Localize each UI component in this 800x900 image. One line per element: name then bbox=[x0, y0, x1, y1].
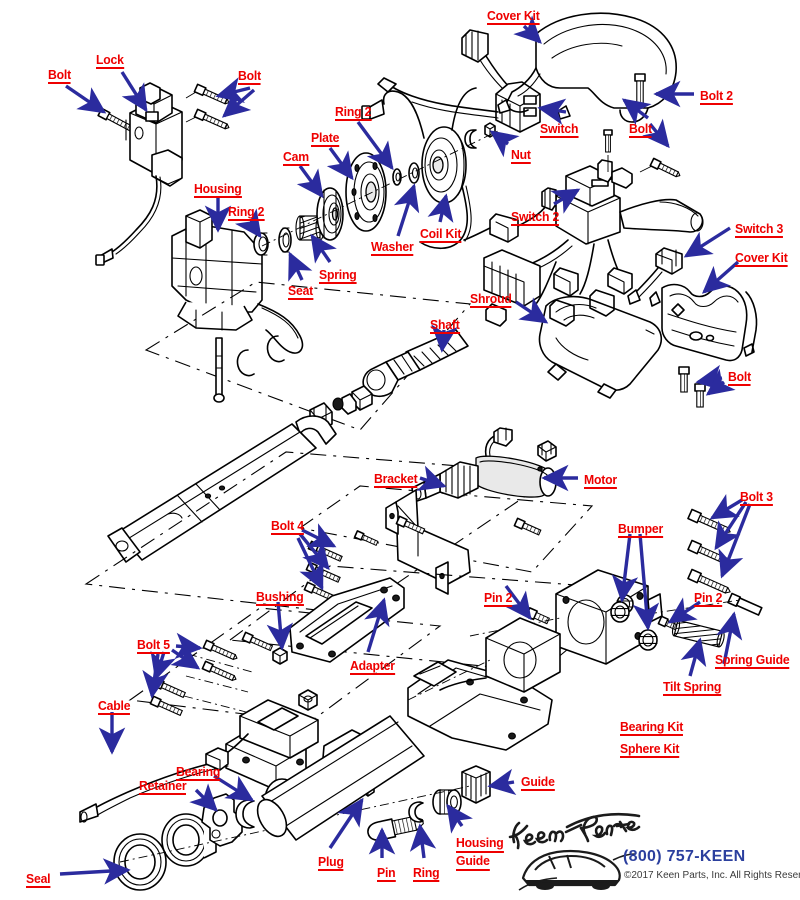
callout-label-shaft: Shaft bbox=[430, 317, 460, 334]
callout-label-bushing: Bushing bbox=[256, 589, 304, 606]
callout-label-spring-guide: Spring Guide bbox=[715, 652, 790, 669]
callout-label-adapter: Adapter bbox=[350, 658, 395, 675]
callout-label-bearing: Bearing bbox=[176, 764, 221, 781]
callout-label-cover-kit-top: Cover Kit bbox=[487, 8, 540, 25]
callout-label-cam: Cam bbox=[283, 149, 309, 166]
callout-label-sphere-kit: Sphere Kit bbox=[620, 741, 680, 758]
phone-number: (800) 757-KEEN bbox=[623, 848, 746, 865]
callout-label-coil-kit: Coil Kit bbox=[420, 226, 462, 243]
callout-label-bolt-tl: Bolt bbox=[48, 67, 72, 84]
copyright-notice: ©2017 Keen Parts, Inc. All Rights Reserv… bbox=[624, 870, 800, 881]
callout-label-pin2-left: Pin 2 bbox=[484, 590, 513, 607]
callout-label-spring: Spring bbox=[319, 267, 357, 284]
callout-label-lock: Lock bbox=[96, 52, 124, 69]
callout-label-ring2-plate: Ring 2 bbox=[335, 104, 372, 121]
parts-diagram-page: .k{fill:none;stroke:#000;stroke-width:1.… bbox=[0, 0, 800, 900]
callout-label-bracket: Bracket bbox=[374, 471, 418, 488]
callout-label-plug: Plug bbox=[318, 854, 344, 871]
callout-label-housing: Housing bbox=[194, 181, 242, 198]
callout-label-ring2-housing: Ring 2 bbox=[228, 204, 265, 221]
callout-label-retainer: Retainer bbox=[139, 778, 187, 795]
callout-label-bolt-sw: Bolt bbox=[629, 121, 653, 138]
callout-label-shroud: Shroud bbox=[470, 291, 512, 308]
callout-label-bolt3: Bolt 3 bbox=[740, 489, 773, 506]
callout-label-bolt-shroud: Bolt bbox=[728, 369, 752, 386]
callout-label-housing-guide-line-2: Guide bbox=[456, 853, 490, 871]
callout-label-pin: Pin bbox=[377, 865, 396, 882]
callout-label-cable: Cable bbox=[98, 698, 131, 715]
callout-label-bolt5: Bolt 5 bbox=[137, 637, 170, 654]
callout-label-ring: Ring bbox=[413, 865, 440, 882]
callout-label-seal: Seal bbox=[26, 871, 51, 888]
keen-parts-logo: (800) 757-KEEN ©2017 Keen Parts, Inc. Al… bbox=[505, 812, 800, 896]
callout-label-washer: Washer bbox=[371, 239, 414, 256]
callout-label-guide: Guide bbox=[521, 774, 555, 791]
callout-label-bumper: Bumper bbox=[618, 521, 664, 538]
callout-label-bearing-kit: Bearing Kit bbox=[620, 719, 684, 736]
callout-label-switch2: Switch 2 bbox=[511, 209, 560, 226]
callout-arrows: .ar{stroke:#2b2b9e;stroke-width:3.4;fill… bbox=[59, 15, 752, 885]
callout-label-motor: Motor bbox=[584, 472, 618, 489]
callout-label-switch: Switch bbox=[540, 121, 579, 138]
callout-label-nut: Nut bbox=[511, 147, 531, 164]
callout-label-bolt4: Bolt 4 bbox=[271, 518, 304, 535]
callout-label-cover-kit-low: Cover Kit bbox=[735, 250, 788, 267]
callout-label-pin2-right: Pin 2 bbox=[694, 590, 723, 607]
callout-label-switch3: Switch 3 bbox=[735, 221, 784, 238]
callout-label-housing-guide: Housing Guide bbox=[456, 835, 504, 872]
callout-label-tilt-spring: Tilt Spring bbox=[663, 679, 722, 696]
callout-label-bolt-tl2: Bolt bbox=[238, 68, 262, 85]
callout-label-housing-guide-line-1: Housing bbox=[456, 835, 504, 853]
callout-label-seat: Seat bbox=[288, 283, 314, 300]
callout-label-bolt2: Bolt 2 bbox=[700, 88, 733, 105]
callout-label-plate: Plate bbox=[311, 130, 340, 147]
